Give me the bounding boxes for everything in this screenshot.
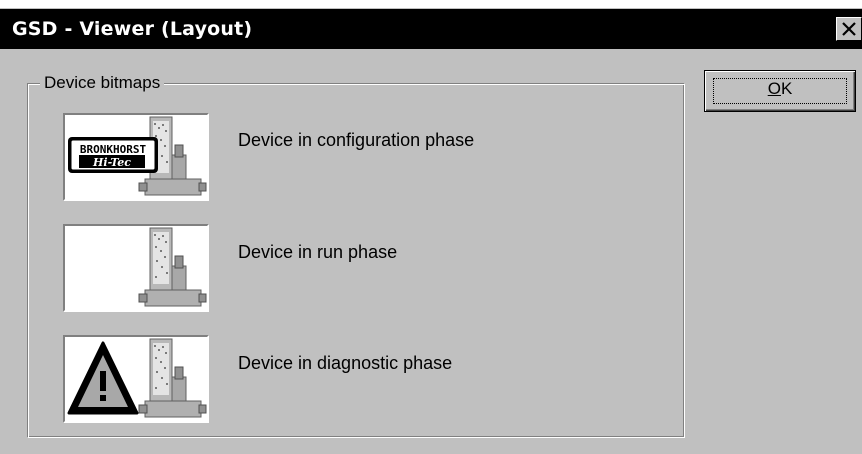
configuration-phase-bitmap: BRONKHORST Hi-Tec (63, 113, 209, 201)
warning-triangle-icon (67, 341, 139, 415)
window-title: GSD - Viewer (Layout) (12, 18, 253, 40)
device-body-icon (138, 338, 207, 418)
ok-button-label: OK (767, 79, 793, 98)
title-bar: GSD - Viewer (Layout) (0, 9, 862, 49)
warning-device-icon (67, 338, 207, 418)
ok-button[interactable]: OK (704, 70, 856, 112)
svg-text:BRONKHORST: BRONKHORST (80, 143, 147, 156)
diagnostic-phase-label: Device in diagnostic phase (238, 353, 453, 373)
run-phase-bitmap (63, 224, 209, 312)
bronkhorst-logo-icon: BRONKHORST Hi-Tec (68, 137, 158, 173)
groupbox-label: Device bitmaps (40, 73, 165, 93)
device-icon (138, 227, 207, 307)
run-phase-label: Device in run phase (238, 242, 398, 262)
bronkhorst-device-icon: BRONKHORST Hi-Tec (68, 116, 207, 196)
close-icon (842, 22, 856, 36)
diagnostic-phase-bitmap (63, 335, 209, 423)
configuration-phase-label: Device in configuration phase (238, 130, 475, 150)
close-button[interactable] (836, 17, 862, 41)
svg-text:Hi-Tec: Hi-Tec (92, 156, 131, 169)
